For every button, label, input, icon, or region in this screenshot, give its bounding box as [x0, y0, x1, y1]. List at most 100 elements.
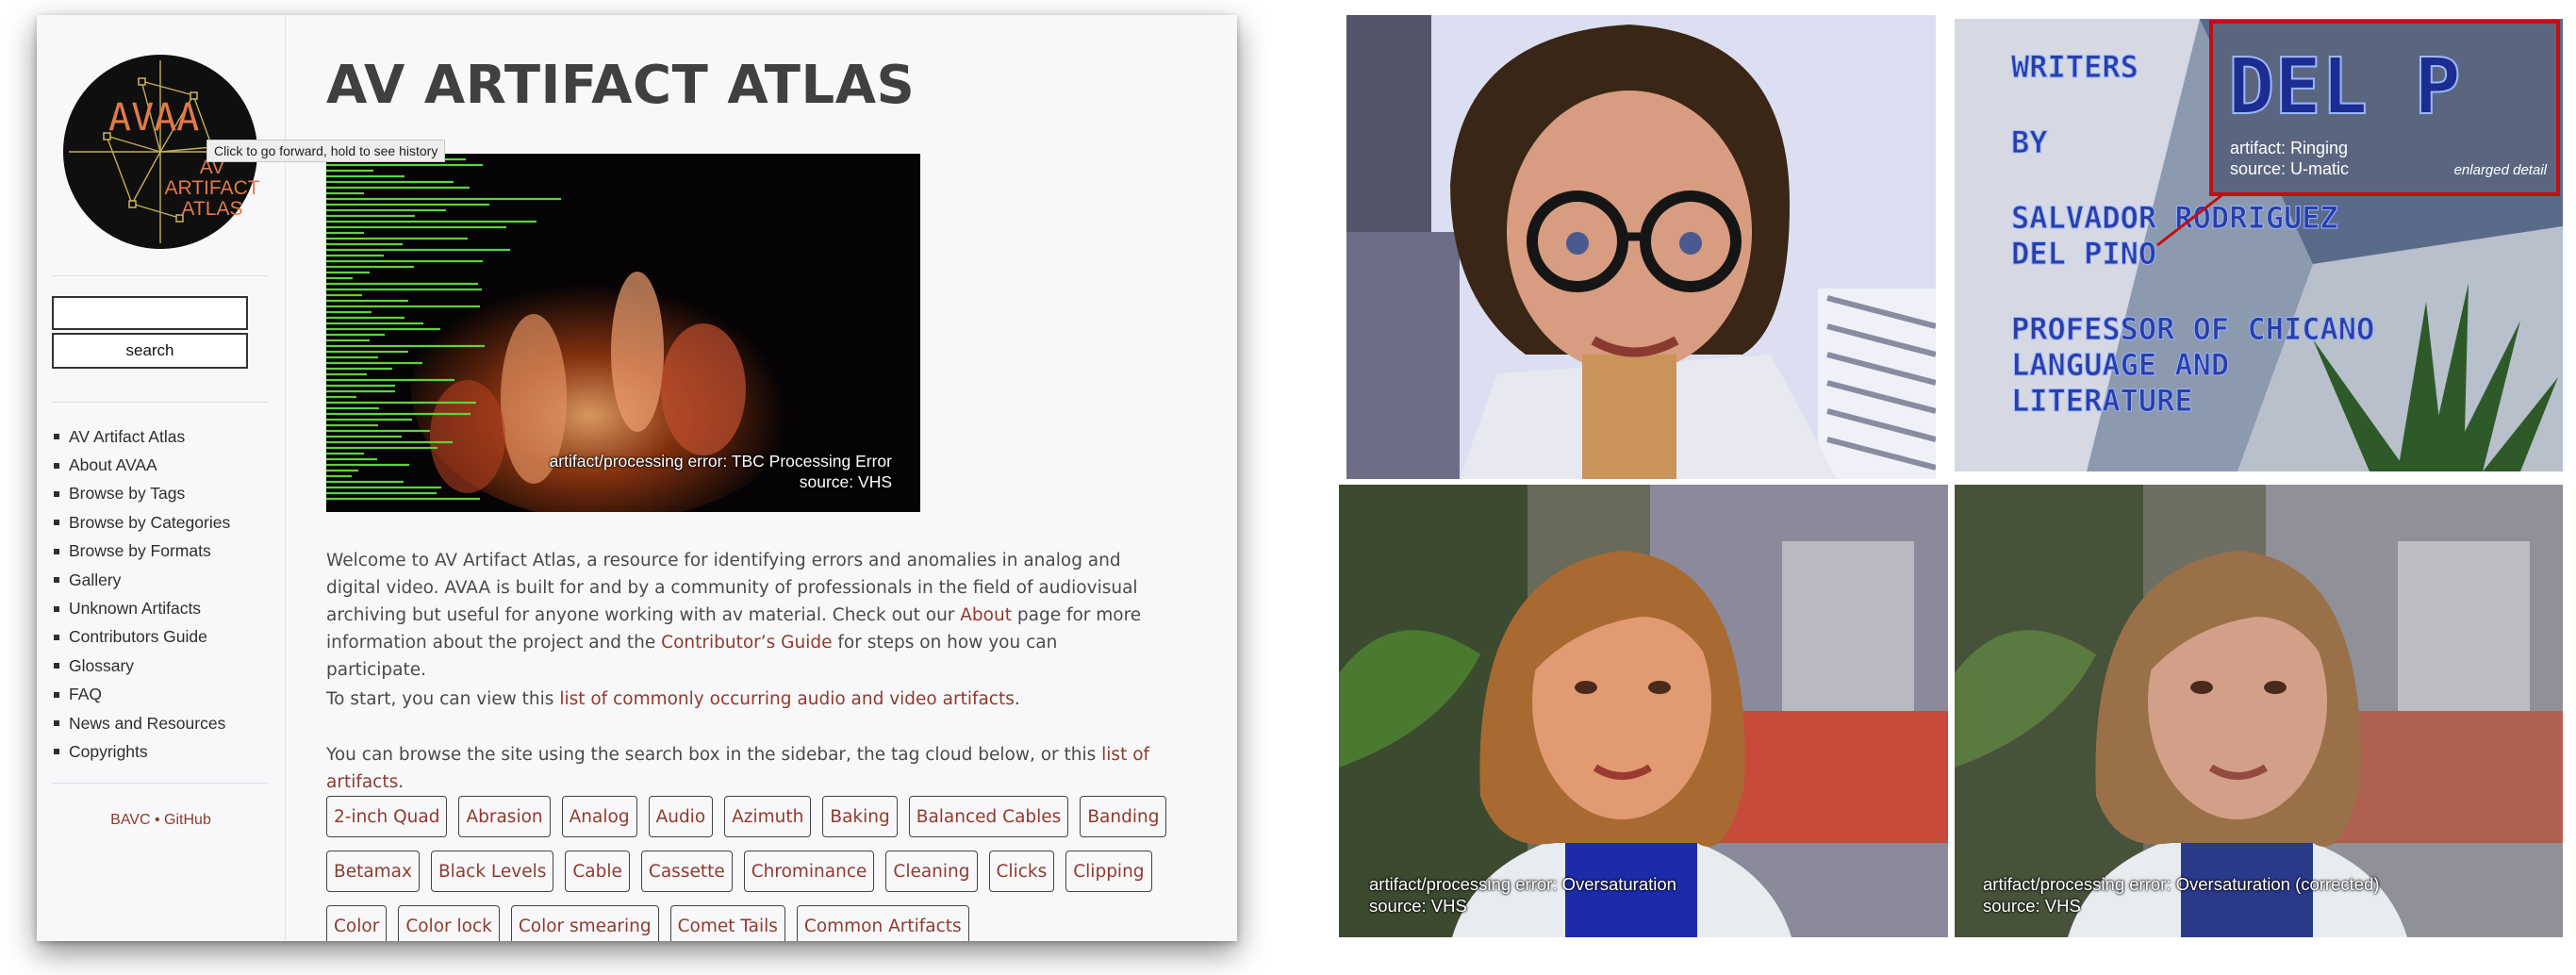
nav-item-browse-categories[interactable]: Browse by Categories [54, 508, 230, 537]
tag-color-smearing[interactable]: Color smearing [510, 905, 659, 941]
tag-black-levels[interactable]: Black Levels [430, 851, 554, 892]
bullet-icon [54, 548, 59, 554]
nav-item-glossary[interactable]: Glossary [54, 652, 230, 680]
oversat-caption-artifact: artifact/processing error: Oversaturatio… [1369, 874, 1676, 894]
nav-item-faq[interactable]: FAQ [54, 681, 230, 709]
nav-item-news-resources[interactable]: News and Resources [54, 709, 230, 737]
hero-image: artifact/processing error: TBC Processin… [326, 154, 920, 512]
logo-line-2: ARTIFACT [164, 177, 259, 199]
search-input[interactable] [52, 296, 248, 330]
example-frame-ringing: WRITERS BY SALVADOR RODRIGUEZ DEL PINO P… [1955, 19, 2563, 471]
ringing-inset-text: DEL P [2228, 42, 2461, 132]
browser-window: Click to go forward, hold to see history [37, 15, 1237, 941]
common-artifacts-link[interactable]: list of commonly occurring audio and vid… [559, 689, 1015, 709]
tag-chrominance[interactable]: Chrominance [743, 851, 875, 892]
bullet-icon [54, 720, 59, 727]
tag-balanced-cables[interactable]: Balanced Cables [908, 796, 1069, 837]
search-button[interactable]: search [52, 333, 248, 369]
nav-label: Unknown Artifacts [69, 599, 202, 619]
tag-cloud: 2-inch Quad Abrasion Analog Audio Azimut… [326, 796, 1175, 941]
tag-cable[interactable]: Cable [565, 851, 630, 892]
example-frame-corrected: artifact/processing error: Oversaturatio… [1955, 485, 2563, 937]
nav-item-browse-tags[interactable]: Browse by Tags [54, 480, 230, 508]
sidebar-divider [52, 783, 267, 784]
example-frame-man [1346, 15, 1936, 479]
tag-audio[interactable]: Audio [648, 796, 714, 837]
bullet-icon [54, 490, 59, 497]
logo-avaa-text: AVAA [108, 96, 199, 140]
start-text-2: . [1014, 689, 1020, 709]
intro-paragraph: Welcome to AV Artifact Atlas, a resource… [326, 547, 1156, 684]
nav-label: Glossary [69, 655, 135, 675]
tag-color[interactable]: Color [326, 905, 388, 941]
start-paragraph: To start, you can view this list of comm… [326, 686, 1156, 713]
tag-cassette[interactable]: Cassette [640, 851, 733, 892]
nav-label: Browse by Tags [69, 484, 186, 504]
bullet-icon [54, 605, 59, 612]
tag-color-lock[interactable]: Color lock [398, 905, 500, 941]
main-content: AV ARTIFACT ATLAS artifact/processing er… [326, 15, 1237, 941]
nav-label: News and Resources [69, 713, 226, 733]
nav-item-contributors-guide[interactable]: Contributors Guide [54, 623, 230, 652]
tag-azimuth[interactable]: Azimuth [724, 796, 812, 837]
browse-text-1: You can browse the site using the search… [326, 745, 1102, 765]
ringing-title-line-5: PROFESSOR OF CHICANO [2011, 311, 2374, 347]
contributors-guide-link[interactable]: Contributor’s Guide [661, 633, 832, 653]
start-text-1: To start, you can view this [326, 689, 560, 709]
logo-line-3: ATLAS [182, 198, 243, 220]
nav-item-unknown-artifacts[interactable]: Unknown Artifacts [54, 594, 230, 622]
tag-clipping[interactable]: Clipping [1065, 851, 1152, 892]
ringing-caption-artifact: artifact: Ringing [2230, 139, 2348, 157]
tag-comet-tails[interactable]: Comet Tails [669, 905, 785, 941]
page-title: AV ARTIFACT ATLAS [326, 55, 916, 116]
tag-banding[interactable]: Banding [1080, 796, 1167, 837]
bullet-icon [54, 434, 59, 440]
nav-label: FAQ [69, 685, 103, 704]
tag-baking[interactable]: Baking [822, 796, 898, 837]
tag-cleaning[interactable]: Cleaning [885, 851, 978, 892]
nav-item-gallery[interactable]: Gallery [54, 566, 230, 594]
about-link[interactable]: About [960, 605, 1012, 625]
frame-oversaturation-artwork [1339, 485, 1948, 937]
tag-analog[interactable]: Analog [561, 796, 637, 837]
bullet-icon [54, 520, 59, 526]
ringing-title-line-7: LITERATURE [2011, 383, 2193, 419]
nav-label: Contributors Guide [69, 627, 207, 647]
browse-paragraph: You can browse the site using the search… [326, 741, 1156, 796]
tag-2-inch-quad[interactable]: 2-inch Quad [326, 796, 448, 837]
bullet-icon [54, 749, 59, 755]
tag-common-artifacts[interactable]: Common Artifacts [796, 905, 969, 941]
github-link[interactable]: GitHub [164, 812, 211, 828]
nav-item-browse-formats[interactable]: Browse by Formats [54, 537, 230, 566]
tag-abrasion[interactable]: Abrasion [458, 796, 551, 837]
nav-label: Copyrights [69, 741, 148, 761]
ringing-enlarged-label: enlarged detail [2454, 162, 2548, 178]
nav-label: About AVAA [69, 455, 157, 475]
bavc-link[interactable]: BAVC [110, 812, 150, 828]
corrected-caption-source: source: VHS [1983, 896, 2081, 916]
example-frame-oversaturation: artifact/processing error: Oversaturatio… [1339, 485, 1948, 937]
tag-clicks[interactable]: Clicks [988, 851, 1055, 892]
bullet-icon [54, 634, 59, 640]
forward-history-tooltip: Click to go forward, hold to see history [206, 140, 446, 162]
sidebar-divider [52, 275, 267, 276]
nav-label: AV Artifact Atlas [69, 426, 186, 446]
bullet-icon [54, 577, 59, 584]
nav-label: Browse by Categories [69, 512, 231, 532]
bullet-icon [54, 691, 59, 698]
ringing-title-line-2: BY [2011, 124, 2048, 160]
ringing-title-line-4: DEL PINO [2011, 236, 2156, 272]
sidebar-nav: AV Artifact Atlas About AVAA Browse by T… [54, 422, 230, 767]
corrected-caption-artifact: artifact/processing error: Oversaturatio… [1983, 874, 2380, 894]
frame-ringing-artwork: WRITERS BY SALVADOR RODRIGUEZ DEL PINO P… [1955, 19, 2563, 471]
browse-text-2: . [398, 772, 405, 792]
nav-item-about[interactable]: About AVAA [54, 451, 230, 479]
nav-item-copyrights[interactable]: Copyrights [54, 737, 230, 766]
footer-links: BAVC • GitHub [37, 812, 285, 829]
tag-betamax[interactable]: Betamax [326, 851, 420, 892]
nav-item-av-artifact-atlas[interactable]: AV Artifact Atlas [54, 422, 230, 451]
bullet-icon [54, 663, 59, 669]
sidebar-divider [52, 402, 267, 403]
frame-corrected-artwork [1955, 485, 2563, 937]
hero-caption-artifact: artifact/processing error: TBC Processin… [549, 452, 892, 471]
